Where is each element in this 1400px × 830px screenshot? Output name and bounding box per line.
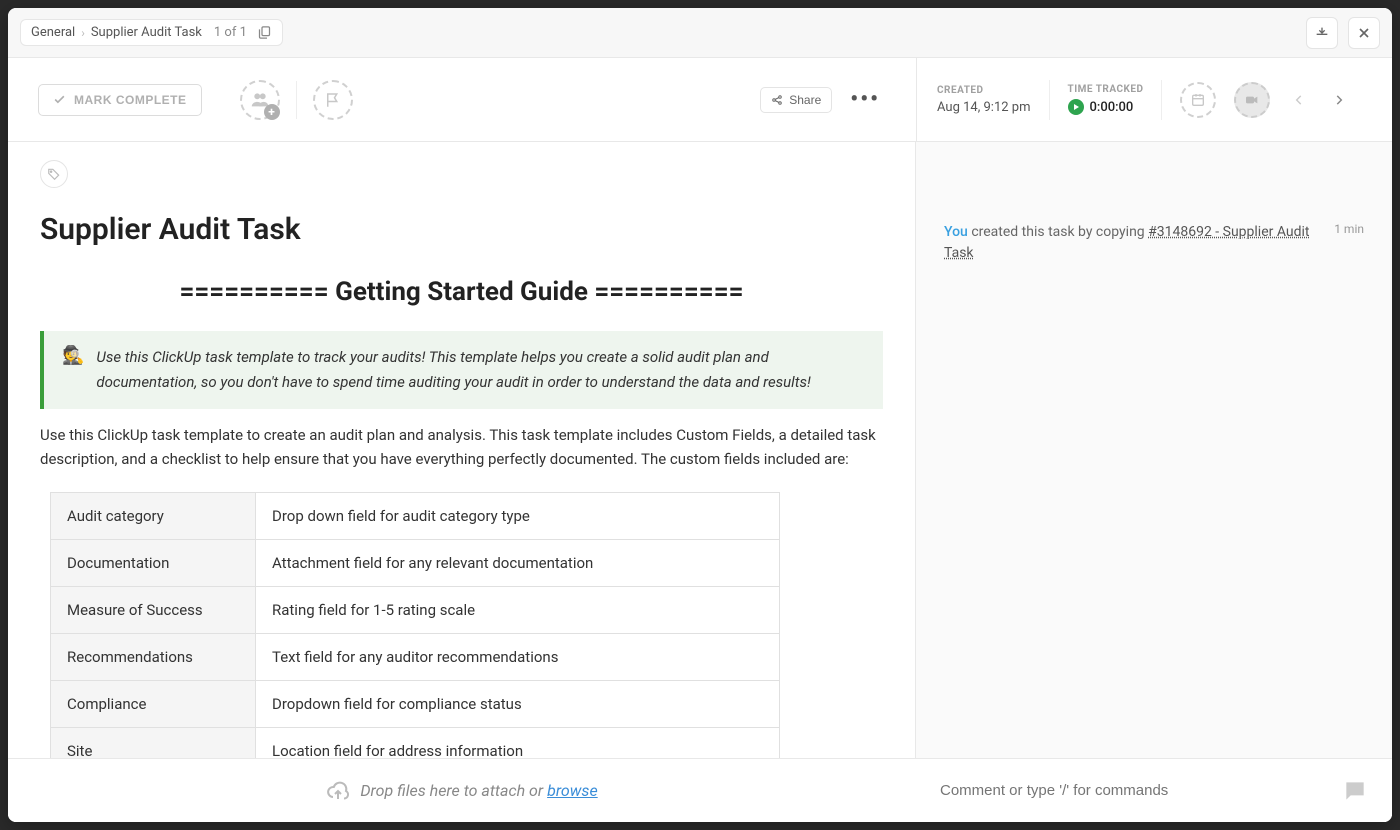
activity-actor: You xyxy=(944,224,968,240)
created-label: CREATED xyxy=(937,85,1031,96)
callout-block: 🕵️ Use this ClickUp task template to tra… xyxy=(40,331,883,409)
field-desc: Dropdown field for compliance status xyxy=(256,681,780,728)
separator xyxy=(1049,80,1050,120)
time-tracked-label: TIME TRACKED xyxy=(1068,84,1144,95)
mark-complete-button[interactable]: MARK COMPLETE xyxy=(38,84,202,116)
intro-paragraph: Use this ClickUp task template to create… xyxy=(40,423,883,473)
more-actions-button[interactable]: ••• xyxy=(844,87,886,112)
table-row: ComplianceDropdown field for compliance … xyxy=(51,681,780,728)
activity-action: created this task by copying xyxy=(968,224,1148,240)
share-label: Share xyxy=(789,93,821,107)
table-row: Audit categoryDrop down field for audit … xyxy=(51,493,780,540)
table-row: Measure of SuccessRating field for 1-5 r… xyxy=(51,587,780,634)
activity-time: 1 min xyxy=(1334,222,1364,264)
field-desc: Attachment field for any relevant docume… xyxy=(256,540,780,587)
plus-badge-icon: + xyxy=(264,104,280,120)
field-name: Compliance xyxy=(51,681,256,728)
breadcrumb: General › Supplier Audit Task 1 of 1 xyxy=(20,19,283,46)
comment-bar xyxy=(916,758,1392,822)
created-value: Aug 14, 9:12 pm xyxy=(937,100,1031,115)
browse-link[interactable]: browse xyxy=(547,781,598,800)
table-row: RecommendationsText field for any audito… xyxy=(51,634,780,681)
next-task-button[interactable] xyxy=(1328,87,1350,113)
collapse-button[interactable] xyxy=(1306,17,1338,49)
attachment-dropzone[interactable]: Drop files here to attach or browse xyxy=(8,758,916,822)
separator xyxy=(296,81,297,119)
field-desc: Text field for any auditor recommendatio… xyxy=(256,634,780,681)
doc-heading: ========== Getting Started Guide =======… xyxy=(40,277,883,307)
field-name: Recommendations xyxy=(51,634,256,681)
breadcrumb-parent[interactable]: General xyxy=(31,25,75,40)
priority-button[interactable] xyxy=(313,80,353,120)
play-icon[interactable] xyxy=(1068,99,1084,115)
cloud-upload-icon xyxy=(326,779,350,803)
activity-entry: You created this task by copying #314869… xyxy=(916,142,1392,264)
breadcrumb-task[interactable]: Supplier Audit Task xyxy=(91,25,202,40)
table-row: DocumentationAttachment field for any re… xyxy=(51,540,780,587)
custom-fields-table: Audit categoryDrop down field for audit … xyxy=(50,492,780,775)
field-name: Measure of Success xyxy=(51,587,256,634)
separator xyxy=(1161,80,1162,120)
created-meta: CREATED Aug 14, 9:12 pm xyxy=(937,85,1031,115)
copy-link-icon[interactable] xyxy=(257,25,272,40)
field-desc: Drop down field for audit category type xyxy=(256,493,780,540)
assignees-button[interactable]: + xyxy=(240,80,280,120)
mark-complete-label: MARK COMPLETE xyxy=(74,93,187,107)
comment-input[interactable] xyxy=(940,782,1342,799)
time-tracked-value: 0:00:00 xyxy=(1090,100,1134,115)
field-name: Documentation xyxy=(51,540,256,587)
time-tracked-meta: TIME TRACKED 0:00:00 xyxy=(1068,84,1144,115)
tags-button[interactable] xyxy=(40,160,68,188)
detective-icon: 🕵️ xyxy=(62,345,84,395)
topbar-actions xyxy=(1306,17,1380,49)
share-button[interactable]: Share xyxy=(760,87,832,113)
comment-icon xyxy=(1342,778,1368,804)
task-title[interactable]: Supplier Audit Task xyxy=(40,212,883,247)
task-modal: General › Supplier Audit Task 1 of 1 MAR… xyxy=(8,8,1392,822)
prev-task-button[interactable] xyxy=(1288,87,1310,113)
field-name: Audit category xyxy=(51,493,256,540)
breadcrumb-count: 1 of 1 xyxy=(214,25,247,40)
main-pane: Supplier Audit Task ========== Getting S… xyxy=(8,142,916,822)
record-clip-button[interactable] xyxy=(1234,82,1270,118)
close-button[interactable] xyxy=(1348,17,1380,49)
breadcrumb-bar: General › Supplier Audit Task 1 of 1 xyxy=(8,8,1392,58)
field-desc: Rating field for 1-5 rating scale xyxy=(256,587,780,634)
task-toolbar: MARK COMPLETE + Share ••• CREATED Aug 14… xyxy=(8,58,1392,142)
chevron-right-icon: › xyxy=(81,26,85,40)
callout-text: Use this ClickUp task template to track … xyxy=(96,345,865,395)
task-body: Supplier Audit Task ========== Getting S… xyxy=(8,142,1392,822)
activity-pane: You created this task by copying #314869… xyxy=(916,142,1392,822)
dropzone-text: Drop files here to attach or xyxy=(360,781,547,800)
dates-button[interactable] xyxy=(1180,82,1216,118)
